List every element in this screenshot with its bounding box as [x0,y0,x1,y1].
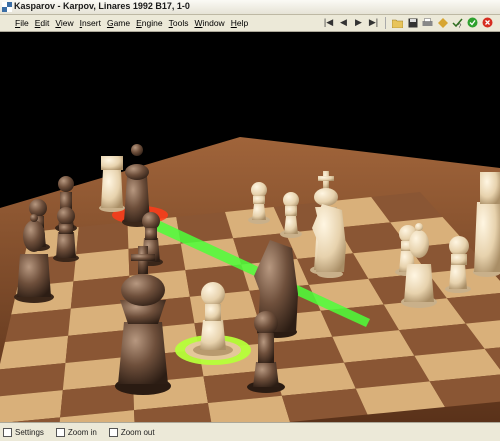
zoom-out-label: Zoom out [120,427,155,437]
menu: File Edit View Insert Game Engine Tools Window H… [12,17,251,29]
chessboard-render[interactable] [0,32,500,422]
open-icon[interactable] [391,16,404,29]
settings-label: Settings [15,427,44,437]
status-bar: Settings Zoom in Zoom out [0,422,500,441]
menu-item-window[interactable]: Window [191,17,227,29]
menu-item-game[interactable]: Game [104,17,133,29]
save-icon[interactable] [406,16,419,29]
toolbar-separator [385,16,386,29]
zoom-out-checkbox[interactable] [108,427,118,437]
app-icon [2,2,12,12]
board-square[interactable] [73,248,130,282]
help-icon[interactable]: ? [451,16,464,29]
print-icon[interactable] [421,16,434,29]
next-move-icon[interactable]: ▶ [352,16,365,29]
title-bar: Kasparov - Karpov, Linares 1992 B17, 1-0 [0,0,500,15]
menu-item-help[interactable]: Help [228,17,251,29]
settings-toggle[interactable]: Settings [3,427,44,437]
last-move-icon[interactable]: ▶| [367,16,380,29]
menu-item-edit[interactable]: Edit [32,17,53,29]
zoom-in-label: Zoom in [67,427,97,437]
menu-item-engine[interactable]: Engine [133,17,165,29]
window-title: Kasparov - Karpov, Linares 1992 B17, 1-0 [14,1,190,11]
menu-item-view[interactable]: View [52,17,76,29]
zoom-in-checkbox[interactable] [55,427,65,437]
board-3d-view[interactable] [0,32,500,422]
board-square[interactable] [76,222,129,255]
toolbar: |◀ ◀ ▶ ▶| ? [322,16,494,29]
first-move-icon[interactable]: |◀ [322,16,335,29]
ok-icon[interactable] [466,16,479,29]
menu-item-tools[interactable]: Tools [166,17,192,29]
zoom-in-toggle[interactable]: Zoom in [55,427,97,437]
previous-move-icon[interactable]: ◀ [337,16,350,29]
analysis-icon[interactable] [436,16,449,29]
menu-item-file[interactable]: File [12,17,32,29]
menu-item-insert[interactable]: Insert [77,17,104,29]
svg-text:?: ? [458,24,462,28]
menu-bar: File Edit View Insert Game Engine Tools Window H… [0,15,500,32]
close-icon[interactable] [481,16,494,29]
white-rook[interactable] [99,156,125,212]
settings-checkbox[interactable] [3,427,12,437]
zoom-out-toggle[interactable]: Zoom out [108,427,155,437]
